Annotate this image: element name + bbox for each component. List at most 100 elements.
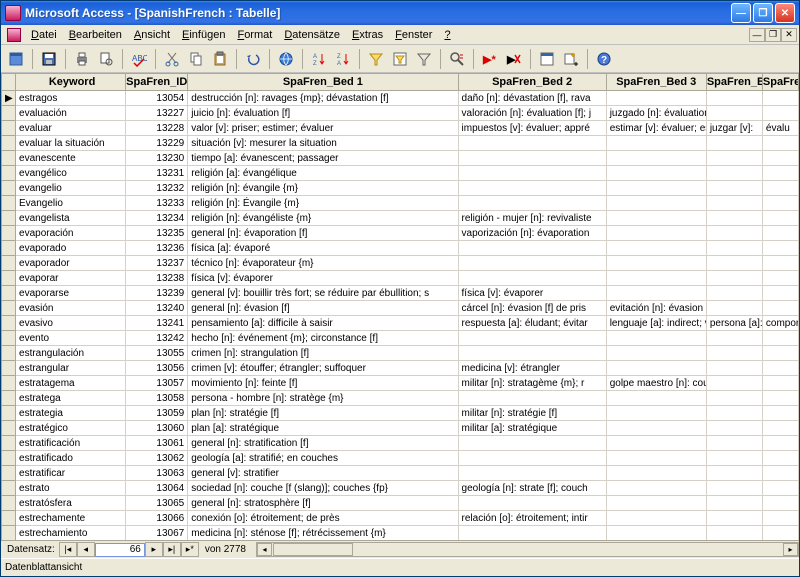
cell[interactable]: persona [a]: ins xyxy=(706,316,762,331)
nav-first-button[interactable]: |◂ xyxy=(59,542,77,557)
cell[interactable] xyxy=(606,331,706,346)
nav-new-button[interactable]: ▸* xyxy=(181,542,199,557)
cell[interactable]: évalu xyxy=(762,121,798,136)
cell[interactable] xyxy=(762,391,798,406)
cell[interactable]: religión - mujer [n]: revivaliste xyxy=(458,211,606,226)
toggle-filter-button[interactable] xyxy=(413,48,435,70)
table-row[interactable]: evasivo13241pensamiento [a]: difficile à… xyxy=(2,316,799,331)
cell[interactable] xyxy=(606,361,706,376)
row-selector[interactable] xyxy=(2,436,16,451)
cell[interactable]: 13235 xyxy=(126,226,188,241)
table-row[interactable]: ▶estragos13054destrucción [n]: ravages {… xyxy=(2,91,799,106)
cell[interactable] xyxy=(706,286,762,301)
cell[interactable] xyxy=(606,211,706,226)
cell[interactable]: lenguaje [a]: indirect; v xyxy=(606,316,706,331)
nav-next-button[interactable]: ▸ xyxy=(145,542,163,557)
cell[interactable]: vaporización [n]: évaporation xyxy=(458,226,606,241)
cut-button[interactable] xyxy=(161,48,183,70)
cell[interactable]: cárcel [n]: évasion [f] de pris xyxy=(458,301,606,316)
cell[interactable] xyxy=(606,451,706,466)
cell[interactable]: estimar [v]: évaluer; es xyxy=(606,121,706,136)
cell[interactable]: crimen [n]: strangulation [f] xyxy=(188,346,458,361)
cell[interactable] xyxy=(458,331,606,346)
row-selector[interactable] xyxy=(2,481,16,496)
cell[interactable] xyxy=(706,181,762,196)
cell[interactable]: 13056 xyxy=(126,361,188,376)
cell[interactable] xyxy=(458,451,606,466)
cell[interactable]: 13065 xyxy=(126,496,188,511)
scroll-right-button[interactable]: ▸ xyxy=(783,543,798,556)
cell[interactable] xyxy=(762,196,798,211)
row-selector[interactable] xyxy=(2,526,16,541)
cell[interactable]: evangélico xyxy=(16,166,126,181)
paste-button[interactable] xyxy=(209,48,231,70)
cell[interactable]: situación [v]: mesurer la situation xyxy=(188,136,458,151)
cell[interactable]: 13240 xyxy=(126,301,188,316)
cell[interactable] xyxy=(706,151,762,166)
row-selector[interactable] xyxy=(2,286,16,301)
cell[interactable] xyxy=(762,481,798,496)
horizontal-scrollbar[interactable]: ◂ ▸ xyxy=(256,542,799,557)
row-selector[interactable] xyxy=(2,301,16,316)
cell[interactable] xyxy=(606,421,706,436)
cell[interactable]: estratificación xyxy=(16,436,126,451)
row-selector[interactable] xyxy=(2,316,16,331)
cell[interactable] xyxy=(606,181,706,196)
cell[interactable]: 13063 xyxy=(126,466,188,481)
print-preview-button[interactable] xyxy=(95,48,117,70)
cell[interactable]: 13060 xyxy=(126,421,188,436)
menu-item-format[interactable]: Format xyxy=(231,27,278,43)
cell[interactable]: juicio [n]: évaluation [f] xyxy=(188,106,458,121)
table-row[interactable]: evasión13240general [n]: évasion [f]cárc… xyxy=(2,301,799,316)
cell[interactable] xyxy=(706,331,762,346)
row-selector[interactable] xyxy=(2,136,16,151)
row-selector[interactable] xyxy=(2,451,16,466)
column-header[interactable]: Keyword xyxy=(16,74,126,91)
cell[interactable] xyxy=(606,286,706,301)
cell[interactable] xyxy=(706,211,762,226)
cell[interactable] xyxy=(458,196,606,211)
mdi-minimize-button[interactable]: ― xyxy=(749,28,765,42)
cell[interactable]: estrangulación xyxy=(16,346,126,361)
cell[interactable]: evasivo xyxy=(16,316,126,331)
cell[interactable]: evanescente xyxy=(16,151,126,166)
cell[interactable] xyxy=(706,301,762,316)
table-row[interactable]: evaporador13237técnico [n]: évaporateur … xyxy=(2,256,799,271)
cell[interactable]: juzgado [n]: évaluation xyxy=(606,106,706,121)
cell[interactable] xyxy=(606,91,706,106)
mdi-restore-button[interactable]: ❐ xyxy=(765,28,781,42)
cell[interactable]: valoración [n]: évaluation [f]; j xyxy=(458,106,606,121)
cell[interactable] xyxy=(606,481,706,496)
cell[interactable] xyxy=(762,526,798,541)
table-row[interactable]: evaluar13228valor [v]: priser; estimer; … xyxy=(2,121,799,136)
cell[interactable] xyxy=(606,196,706,211)
cell[interactable]: 13229 xyxy=(126,136,188,151)
cell[interactable]: 13054 xyxy=(126,91,188,106)
column-header[interactable]: SpaFren_Bed 2 xyxy=(458,74,606,91)
row-selector[interactable] xyxy=(2,121,16,136)
record-number-input[interactable] xyxy=(95,543,145,557)
cell[interactable] xyxy=(706,511,762,526)
table-row[interactable]: evaluación13227juicio [n]: évaluation [f… xyxy=(2,106,799,121)
cell[interactable]: evaporador xyxy=(16,256,126,271)
table-row[interactable]: estratificado13062geología [a]: stratifi… xyxy=(2,451,799,466)
table-row[interactable]: estratagema13057movimiento [n]: feinte [… xyxy=(2,376,799,391)
nav-last-button[interactable]: ▸| xyxy=(163,542,181,557)
cell[interactable] xyxy=(706,106,762,121)
cell[interactable]: plan [n]: stratégie [f] xyxy=(188,406,458,421)
cell[interactable]: 13064 xyxy=(126,481,188,496)
table-row[interactable]: evaporarse13239general [v]: bouillir trè… xyxy=(2,286,799,301)
cell[interactable]: compor xyxy=(762,316,798,331)
undo-button[interactable] xyxy=(242,48,264,70)
cell[interactable]: evaluación xyxy=(16,106,126,121)
cell[interactable] xyxy=(706,376,762,391)
table-row[interactable]: evangélico13231religión [a]: évangélique xyxy=(2,166,799,181)
cell[interactable] xyxy=(762,436,798,451)
table-row[interactable]: estratósfera13065general [n]: stratosphè… xyxy=(2,496,799,511)
menu-item-ansicht[interactable]: Ansicht xyxy=(128,27,176,43)
row-selector[interactable] xyxy=(2,361,16,376)
cell[interactable] xyxy=(706,421,762,436)
cell[interactable]: general [n]: stratification [f] xyxy=(188,436,458,451)
cell[interactable]: 13067 xyxy=(126,526,188,541)
table-row[interactable]: evanescente13230tiempo [a]: évanescent; … xyxy=(2,151,799,166)
